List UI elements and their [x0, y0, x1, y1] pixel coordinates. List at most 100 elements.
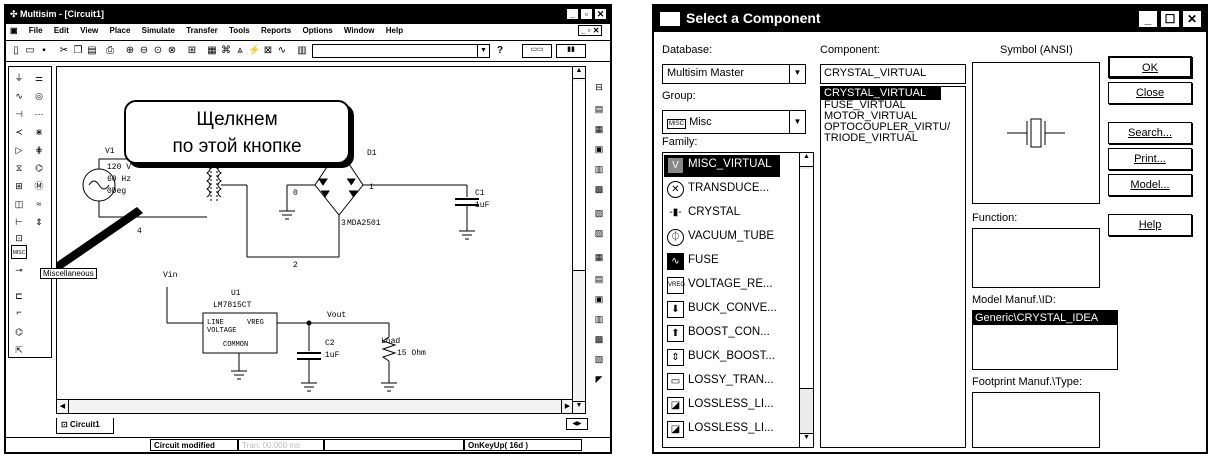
help-button[interactable]: Help — [1108, 214, 1192, 236]
tab-scroll-icon[interactable]: ◀▶ — [566, 418, 588, 430]
close-dialog-button[interactable]: Close — [1108, 82, 1192, 104]
family-scrollbar[interactable]: ▲ ▼ — [799, 153, 813, 447]
subcircuit-icon[interactable]: ⇱ — [11, 343, 27, 357]
family-item-misc-virtual[interactable]: V MISC_VIRTUAL — [664, 155, 780, 177]
menu-tools[interactable]: Tools — [229, 26, 250, 35]
resistor-icon[interactable]: ∿ — [11, 89, 27, 103]
manuf-list[interactable]: Generic\CRYSTAL_IDEA — [972, 310, 1118, 370]
mcu-icon[interactable]: ⊸ — [11, 263, 27, 277]
logic-analyzer-icon[interactable]: ▧ — [591, 206, 607, 220]
ok-button[interactable]: OK — [1108, 56, 1192, 78]
tektronix-icon[interactable]: ▧ — [591, 352, 607, 366]
copy-icon[interactable]: ❐ — [72, 45, 84, 57]
maximize-button[interactable]: ▫ — [580, 8, 593, 20]
mixed-icon[interactable]: ⧖ — [11, 161, 27, 175]
basic-icon[interactable]: ⚌ — [31, 71, 47, 85]
menu-options[interactable]: Options — [302, 26, 332, 35]
print-icon[interactable]: ⎙ — [104, 45, 116, 57]
group-select[interactable]: MISC Misc ▼ — [662, 110, 806, 134]
db-icon[interactable]: ▥ — [296, 45, 308, 57]
netlist-icon[interactable]: ⌘ — [220, 45, 232, 57]
component-list[interactable]: CRYSTAL_VIRTUAL FUSE_VIRTUAL MOTOR_VIRTU… — [820, 86, 966, 448]
zoom-out-icon[interactable]: ⊖ — [138, 45, 150, 57]
analog-icon[interactable]: ▷ — [11, 143, 27, 157]
zoom-in-icon[interactable]: ⊕ — [124, 45, 136, 57]
component-input[interactable]: CRYSTAL_VIRTUAL — [820, 64, 966, 84]
spectrum-icon[interactable]: ▤ — [591, 272, 607, 286]
family-item-buck-converter[interactable]: ⬇ BUCK_CONVE... — [664, 299, 794, 321]
paste-icon[interactable]: ▤ — [86, 45, 98, 57]
ttl-icon[interactable]: ⋯ — [31, 107, 47, 121]
probe-tool-icon[interactable]: ◤ — [591, 372, 607, 386]
zoom-fit-icon[interactable]: ⊗ — [166, 45, 178, 57]
probe-icon[interactable]: ⚡ — [248, 45, 260, 57]
rf-icon[interactable]: Ⓜ — [31, 179, 47, 193]
rf-alt-icon[interactable]: ≈ — [31, 197, 47, 211]
scroll-down-icon[interactable]: ▼ — [573, 401, 585, 413]
horizontal-scrollbar[interactable]: ◀ ▶ — [57, 399, 573, 413]
chevron-down-icon[interactable]: ▼ — [477, 45, 489, 57]
menu-place[interactable]: Place — [109, 26, 130, 35]
help-icon[interactable]: ? — [494, 45, 506, 57]
zoom-palette-icon[interactable]: ◎ — [31, 89, 47, 103]
family-item-crystal[interactable]: -▮- CRYSTAL — [664, 203, 794, 225]
wattmeter-icon[interactable]: ▦ — [591, 122, 607, 136]
oscilloscope-icon[interactable]: ▣ — [591, 142, 607, 156]
pause-button[interactable]: ▮▮ — [556, 44, 586, 58]
tab-circuit1[interactable]: ⊡ Circuit1 — [56, 418, 114, 434]
indicator-icon[interactable]: ⌬ — [31, 161, 47, 175]
power-icon[interactable]: ⊞ — [11, 179, 27, 193]
grapher-icon[interactable]: ⊠ — [262, 45, 274, 57]
component-item-4[interactable]: TRIODE_VIRTUAL — [821, 133, 965, 144]
family-item-boost-converter[interactable]: ⬆ BOOST_CON... — [664, 323, 794, 345]
hier-block-icon[interactable]: ⌬ — [11, 325, 27, 339]
hierarchy-icon[interactable]: ⊞ — [186, 45, 198, 57]
family-scroll-thumb[interactable] — [800, 169, 813, 389]
close-button[interactable]: ✕ — [594, 8, 607, 20]
zoom-area-icon[interactable]: ⊙ — [152, 45, 164, 57]
electromech-icon[interactable]: ◫ — [11, 197, 27, 211]
postproc-icon[interactable]: ⩓ — [234, 45, 246, 57]
plc-icon[interactable]: ⇕ — [31, 215, 47, 229]
misc-icon[interactable]: MISC — [11, 245, 27, 259]
bus-icon[interactable]: ⊏ — [11, 289, 27, 303]
minimize-button[interactable]: _ — [566, 8, 579, 20]
connector-icon[interactable]: ⊡ — [11, 231, 27, 245]
menu-simulate[interactable]: Simulate — [142, 26, 175, 35]
manuf-item-0[interactable]: Generic\CRYSTAL_IDEA — [973, 311, 1117, 325]
menu-window[interactable]: Window — [344, 26, 375, 35]
open-icon[interactable]: ▭ — [24, 45, 36, 57]
search-button[interactable]: Search... — [1108, 122, 1192, 144]
cmos-icon[interactable]: ⋇ — [31, 125, 47, 139]
family-list[interactable]: V MISC_VIRTUAL ✕ TRANSDUCE... -▮- CRYSTAL ⏀… — [662, 152, 814, 448]
save-icon[interactable]: ▪ — [38, 45, 50, 57]
logic-converter-icon[interactable]: ▨ — [591, 226, 607, 240]
transistor-icon[interactable]: ≺ — [11, 125, 27, 139]
family-item-fuse[interactable]: ∿ FUSE — [664, 251, 794, 273]
word-gen-icon[interactable]: ▩ — [591, 182, 607, 196]
database-select[interactable]: Multisim Master ▼ — [662, 64, 806, 84]
distortion-icon[interactable]: ▦ — [591, 250, 607, 264]
new-icon[interactable]: ▯ — [10, 45, 22, 57]
bode-icon[interactable]: ▥ — [591, 162, 607, 176]
cut-icon[interactable]: ✂ — [58, 45, 70, 57]
chevron-down-icon[interactable]: ▼ — [789, 111, 805, 133]
ladder-icon[interactable]: ⊢ — [11, 215, 27, 229]
component-combobox[interactable]: ▼ — [312, 44, 490, 58]
network-icon[interactable]: ▣ — [591, 292, 607, 306]
misc-digital-icon[interactable]: ⋕ — [31, 143, 47, 157]
vertical-scrollbar[interactable]: ▲ ▼ — [572, 66, 586, 414]
function-gen-icon[interactable]: ▤ — [591, 102, 607, 116]
scroll-down-icon[interactable]: ▼ — [800, 433, 813, 447]
menu-file[interactable]: File — [29, 26, 43, 35]
scroll-left-icon[interactable]: ◀ — [57, 400, 69, 413]
menu-edit[interactable]: Edit — [54, 26, 69, 35]
chevron-down-icon[interactable]: ▼ — [789, 65, 805, 83]
power-source-icon[interactable]: ⏚ — [11, 71, 27, 85]
family-item-lossless-2[interactable]: ◪ LOSSLESS_LI... — [664, 419, 794, 441]
print-button[interactable]: Print... — [1108, 148, 1192, 170]
family-item-vacuum-tube[interactable]: ⏀ VACUUM_TUBE — [664, 227, 794, 249]
family-item-lossy-tran[interactable]: ▭ LOSSY_TRAN... — [664, 371, 794, 393]
menu-help[interactable]: Help — [386, 26, 403, 35]
mdi-controls[interactable]: _ ▫ ✕ — [578, 25, 603, 36]
